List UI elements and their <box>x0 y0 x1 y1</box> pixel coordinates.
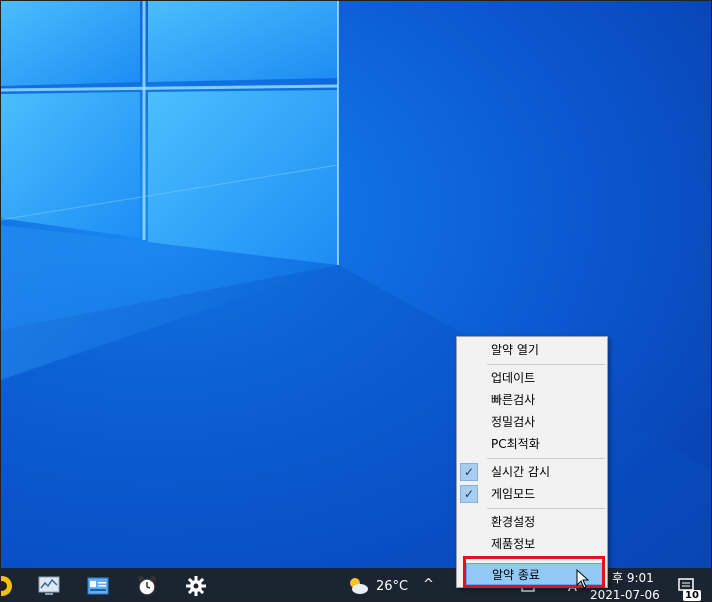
menu-item-label: 환경설정 <box>491 515 536 529</box>
clock-time[interactable]: 후 9:01 <box>612 571 654 585</box>
menu-item-realtime-monitor[interactable]: ✓ 실시간 감시 <box>458 461 606 483</box>
menu-separator <box>487 508 605 509</box>
menu-separator <box>487 364 605 365</box>
system-info-icon[interactable] <box>86 574 110 598</box>
menu-item-product-info[interactable]: 제품정보 <box>458 533 606 555</box>
app-icon[interactable] <box>0 574 14 598</box>
menu-item-label: 실시간 감시 <box>491 465 551 479</box>
menu-item-label: 알약 열기 <box>491 343 539 357</box>
menu-item-label: 게임모드 <box>491 487 536 501</box>
settings-gear-icon[interactable] <box>184 574 208 598</box>
menu-item-full-scan[interactable]: 정밀검사 <box>458 411 606 433</box>
menu-separator <box>487 458 605 459</box>
menu-item-game-mode[interactable]: ✓ 게임모드 <box>458 483 606 505</box>
menu-item-update[interactable]: 업데이트 <box>458 367 606 389</box>
weather-temperature[interactable]: 26°C <box>376 579 408 595</box>
menu-item-label: PC최적화 <box>491 437 540 451</box>
alyac-tray-context-menu: 알약 열기 업데이트 빠른검사 정밀검사 PC최적화 ✓ 실시간 감시 ✓ 게임… <box>456 336 608 588</box>
menu-item-settings[interactable]: 환경설정 <box>458 511 606 533</box>
check-icon: ✓ <box>460 485 478 503</box>
performance-monitor-icon[interactable] <box>37 574 61 598</box>
menu-item-label: 제품정보 <box>491 537 536 551</box>
clock-date[interactable]: 2021-07-06 <box>590 588 660 602</box>
clock-app-icon[interactable] <box>135 574 159 598</box>
menu-item-pc-optimize[interactable]: PC최적화 <box>458 433 606 455</box>
partly-cloudy-icon[interactable] <box>346 574 370 598</box>
menu-item-label: 빠른검사 <box>491 393 536 407</box>
chevron-up-icon[interactable]: ^ <box>423 578 434 592</box>
menu-item-label: 알약 종료 <box>492 568 540 582</box>
mouse-cursor-icon <box>576 568 590 593</box>
menu-item-label: 정밀검사 <box>491 415 536 429</box>
menu-item-label: 업데이트 <box>491 371 536 385</box>
menu-item-quick-scan[interactable]: 빠른검사 <box>458 389 606 411</box>
check-icon: ✓ <box>460 463 478 481</box>
menu-separator <box>487 558 605 559</box>
notification-count-badge: 10 <box>683 590 701 601</box>
menu-item-open-alyac[interactable]: 알약 열기 <box>458 339 606 361</box>
